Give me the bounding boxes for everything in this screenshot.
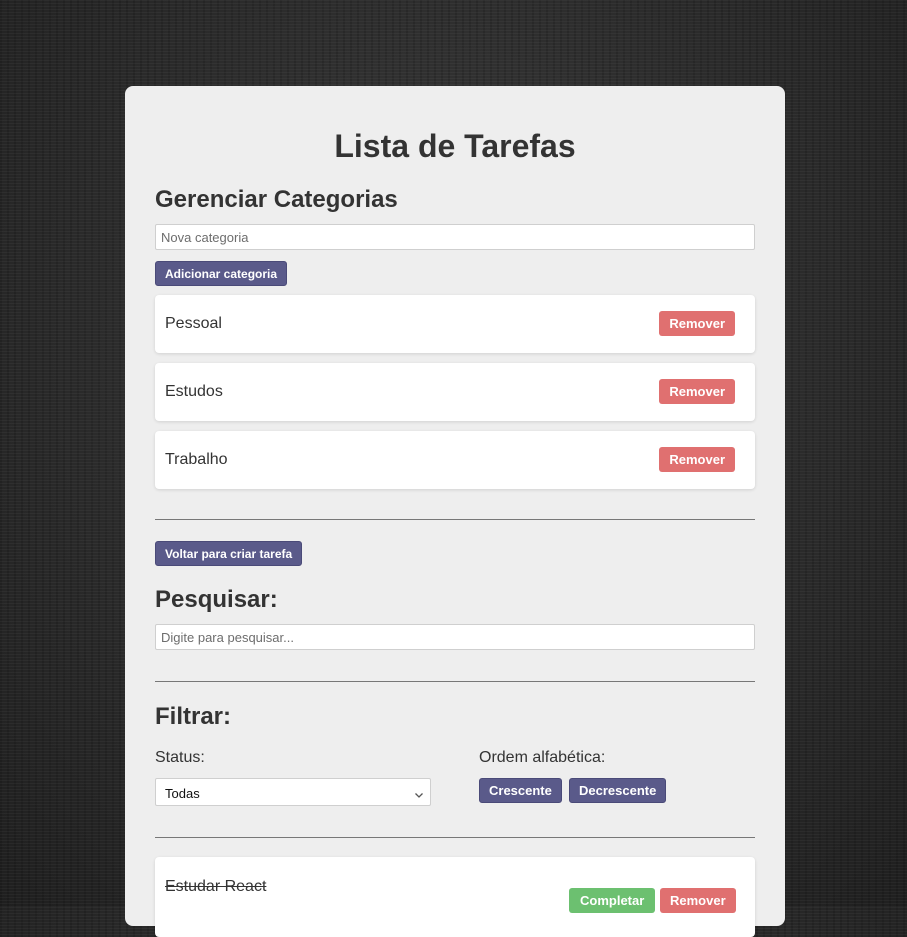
divider (155, 681, 755, 682)
search-heading: Pesquisar: (155, 586, 278, 613)
divider (155, 837, 755, 838)
status-label: Status: (155, 749, 205, 766)
category-item-estudos: Estudos Remover (155, 363, 755, 421)
remove-category-button[interactable]: Remover (659, 311, 735, 336)
search-input[interactable] (155, 624, 755, 650)
status-select[interactable]: Todas (155, 778, 431, 806)
task-item: Estudar React Completar Remover (155, 857, 755, 937)
remove-task-button[interactable]: Remover (660, 888, 736, 913)
category-name: Trabalho (165, 451, 228, 468)
chevron-down-icon (414, 787, 424, 798)
category-item-pessoal: Pessoal Remover (155, 295, 755, 353)
status-select-value: Todas (165, 786, 200, 801)
category-name: Estudos (165, 383, 223, 400)
sort-ascending-button[interactable]: Crescente (479, 778, 562, 803)
sort-descending-button[interactable]: Decrescente (569, 778, 667, 803)
back-to-create-task-button[interactable]: Voltar para criar tarefa (155, 541, 303, 566)
complete-task-button[interactable]: Completar (569, 888, 656, 913)
app-card: Lista de Tarefas Gerenciar Categorias Ad… (125, 86, 785, 937)
category-name: Pessoal (165, 315, 222, 332)
filter-heading: Filtrar: (155, 703, 232, 730)
order-label: Ordem alfabética: (479, 749, 606, 766)
categories-heading: Gerenciar Categorias (155, 186, 398, 213)
task-title: Estudar React (165, 878, 267, 895)
app-title: Lista de Tarefas (334, 128, 576, 164)
remove-category-button[interactable]: Remover (659, 447, 735, 472)
add-category-button[interactable]: Adicionar categoria (155, 261, 288, 286)
divider (155, 519, 755, 520)
category-item-trabalho: Trabalho Remover (155, 431, 755, 489)
new-category-input[interactable] (155, 224, 755, 250)
remove-category-button[interactable]: Remover (659, 379, 735, 404)
